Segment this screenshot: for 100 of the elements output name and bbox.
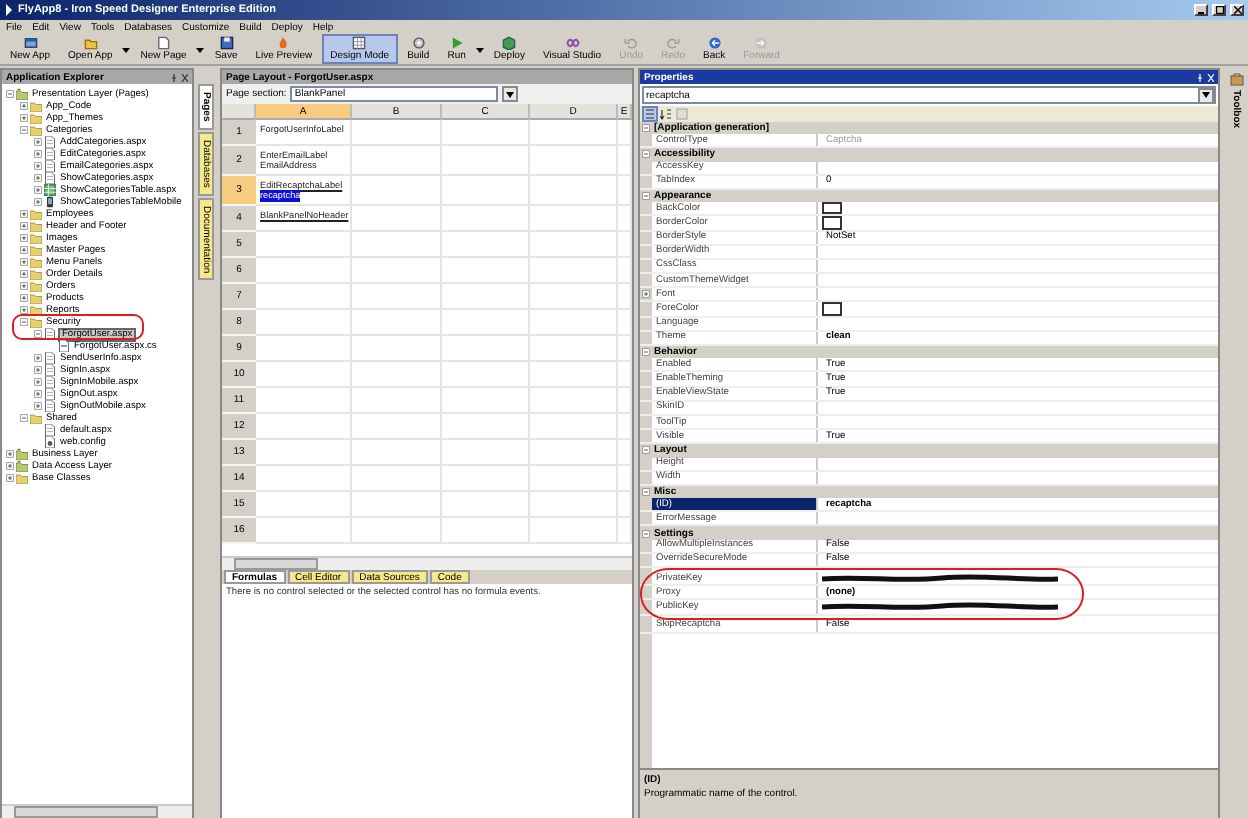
grid-cell[interactable] xyxy=(352,258,442,284)
grid-cell[interactable] xyxy=(530,414,618,440)
grid-cell[interactable] xyxy=(530,310,618,336)
grid-cell[interactable] xyxy=(442,310,530,336)
grid-cell[interactable] xyxy=(442,440,530,466)
grid-cell[interactable] xyxy=(530,362,618,388)
sort-icon[interactable] xyxy=(660,108,672,120)
grid-cell[interactable] xyxy=(618,414,632,440)
color-swatch[interactable] xyxy=(822,302,842,316)
grid-cell[interactable] xyxy=(618,518,632,544)
grid-cell[interactable] xyxy=(352,176,442,206)
expand-icon[interactable] xyxy=(20,234,28,242)
expand-icon[interactable] xyxy=(20,114,28,122)
grid-cell[interactable] xyxy=(256,440,352,466)
color-swatch[interactable] xyxy=(822,216,842,230)
grid-cell[interactable] xyxy=(442,284,530,310)
grid-cell[interactable] xyxy=(352,466,442,492)
collapse-icon[interactable] xyxy=(642,192,650,201)
grid-cell[interactable] xyxy=(442,336,530,362)
grid-cell[interactable] xyxy=(352,206,442,232)
grid-cell[interactable] xyxy=(618,440,632,466)
maximize-button[interactable] xyxy=(1212,4,1226,16)
expand-icon[interactable] xyxy=(20,306,28,314)
collapse-icon[interactable] xyxy=(20,318,28,326)
dropdown-button[interactable] xyxy=(502,86,519,102)
property-pages-icon[interactable] xyxy=(676,108,688,120)
scrollbar[interactable] xyxy=(222,556,632,570)
expand-icon[interactable] xyxy=(34,162,42,170)
expand-icon[interactable] xyxy=(34,390,42,398)
grid-cell[interactable] xyxy=(442,146,530,176)
expand-icon[interactable] xyxy=(20,102,28,110)
expand-icon[interactable] xyxy=(20,282,28,290)
collapse-icon[interactable] xyxy=(642,487,650,496)
grid-cell[interactable] xyxy=(352,440,442,466)
grid-cell[interactable] xyxy=(442,362,530,388)
grid-cell[interactable] xyxy=(352,284,442,310)
collapse-icon[interactable] xyxy=(642,124,650,133)
grid-cell[interactable] xyxy=(256,258,352,284)
grid-cell[interactable] xyxy=(530,336,618,362)
grid-cell[interactable] xyxy=(618,206,632,232)
grid-cell[interactable] xyxy=(618,336,632,362)
grid-cell[interactable] xyxy=(442,232,530,258)
grid-cell[interactable] xyxy=(256,492,352,518)
expand-icon[interactable] xyxy=(20,294,28,302)
grid-cell[interactable] xyxy=(256,388,352,414)
caret-icon[interactable] xyxy=(475,45,484,53)
expand-icon[interactable] xyxy=(6,462,14,470)
minimize-button[interactable] xyxy=(1194,4,1208,16)
grid-cell[interactable] xyxy=(618,284,632,310)
grid-cell[interactable] xyxy=(442,414,530,440)
grid-cell[interactable] xyxy=(352,414,442,440)
grid-cell[interactable] xyxy=(618,176,632,206)
caret-icon[interactable] xyxy=(122,45,131,53)
grid-cell[interactable] xyxy=(618,466,632,492)
grid-cell[interactable] xyxy=(530,146,618,176)
grid-cell[interactable] xyxy=(352,310,442,336)
expand-icon[interactable] xyxy=(34,402,42,410)
grid-cell[interactable] xyxy=(442,206,530,232)
grid-cell[interactable] xyxy=(352,388,442,414)
grid-cell[interactable] xyxy=(618,388,632,414)
grid-cell[interactable] xyxy=(530,258,618,284)
grid-cell[interactable] xyxy=(352,492,442,518)
grid-cell[interactable] xyxy=(618,258,632,284)
collapse-icon[interactable] xyxy=(642,446,650,455)
grid-cell[interactable] xyxy=(618,120,632,146)
grid-cell[interactable] xyxy=(256,466,352,492)
grid-cell[interactable] xyxy=(256,310,352,336)
grid-cell[interactable] xyxy=(530,388,618,414)
expand-icon[interactable] xyxy=(20,270,28,278)
expand-icon[interactable] xyxy=(34,186,42,194)
grid-cell[interactable] xyxy=(256,336,352,362)
collapse-icon[interactable] xyxy=(642,150,650,159)
grid-cell[interactable] xyxy=(530,232,618,258)
grid-cell[interactable] xyxy=(530,120,618,146)
grid-cell[interactable] xyxy=(530,466,618,492)
grid-cell[interactable] xyxy=(256,362,352,388)
grid-cell[interactable] xyxy=(618,232,632,258)
grid-cell[interactable] xyxy=(352,146,442,176)
grid-cell[interactable] xyxy=(352,232,442,258)
grid-cell[interactable] xyxy=(618,146,632,176)
expand-icon[interactable] xyxy=(34,354,42,362)
expand-icon[interactable] xyxy=(34,174,42,182)
grid-cell[interactable] xyxy=(442,120,530,146)
grid-cell[interactable] xyxy=(530,518,618,544)
grid-cell[interactable] xyxy=(618,310,632,336)
toolbox-icon[interactable] xyxy=(1229,72,1243,86)
expand-icon[interactable] xyxy=(34,150,42,158)
expand-icon[interactable] xyxy=(6,474,14,482)
grid-cell[interactable] xyxy=(442,258,530,284)
grid-cell[interactable] xyxy=(352,518,442,544)
expand-icon[interactable] xyxy=(20,222,28,230)
grid-cell[interactable] xyxy=(442,176,530,206)
grid-cell[interactable] xyxy=(618,492,632,518)
collapse-icon[interactable] xyxy=(6,90,14,98)
expand-icon[interactable] xyxy=(20,258,28,266)
close-button[interactable] xyxy=(1230,4,1244,16)
grid-cell[interactable] xyxy=(352,120,442,146)
expand-icon[interactable] xyxy=(34,366,42,374)
grid-cell[interactable] xyxy=(256,518,352,544)
grid-cell[interactable] xyxy=(618,362,632,388)
